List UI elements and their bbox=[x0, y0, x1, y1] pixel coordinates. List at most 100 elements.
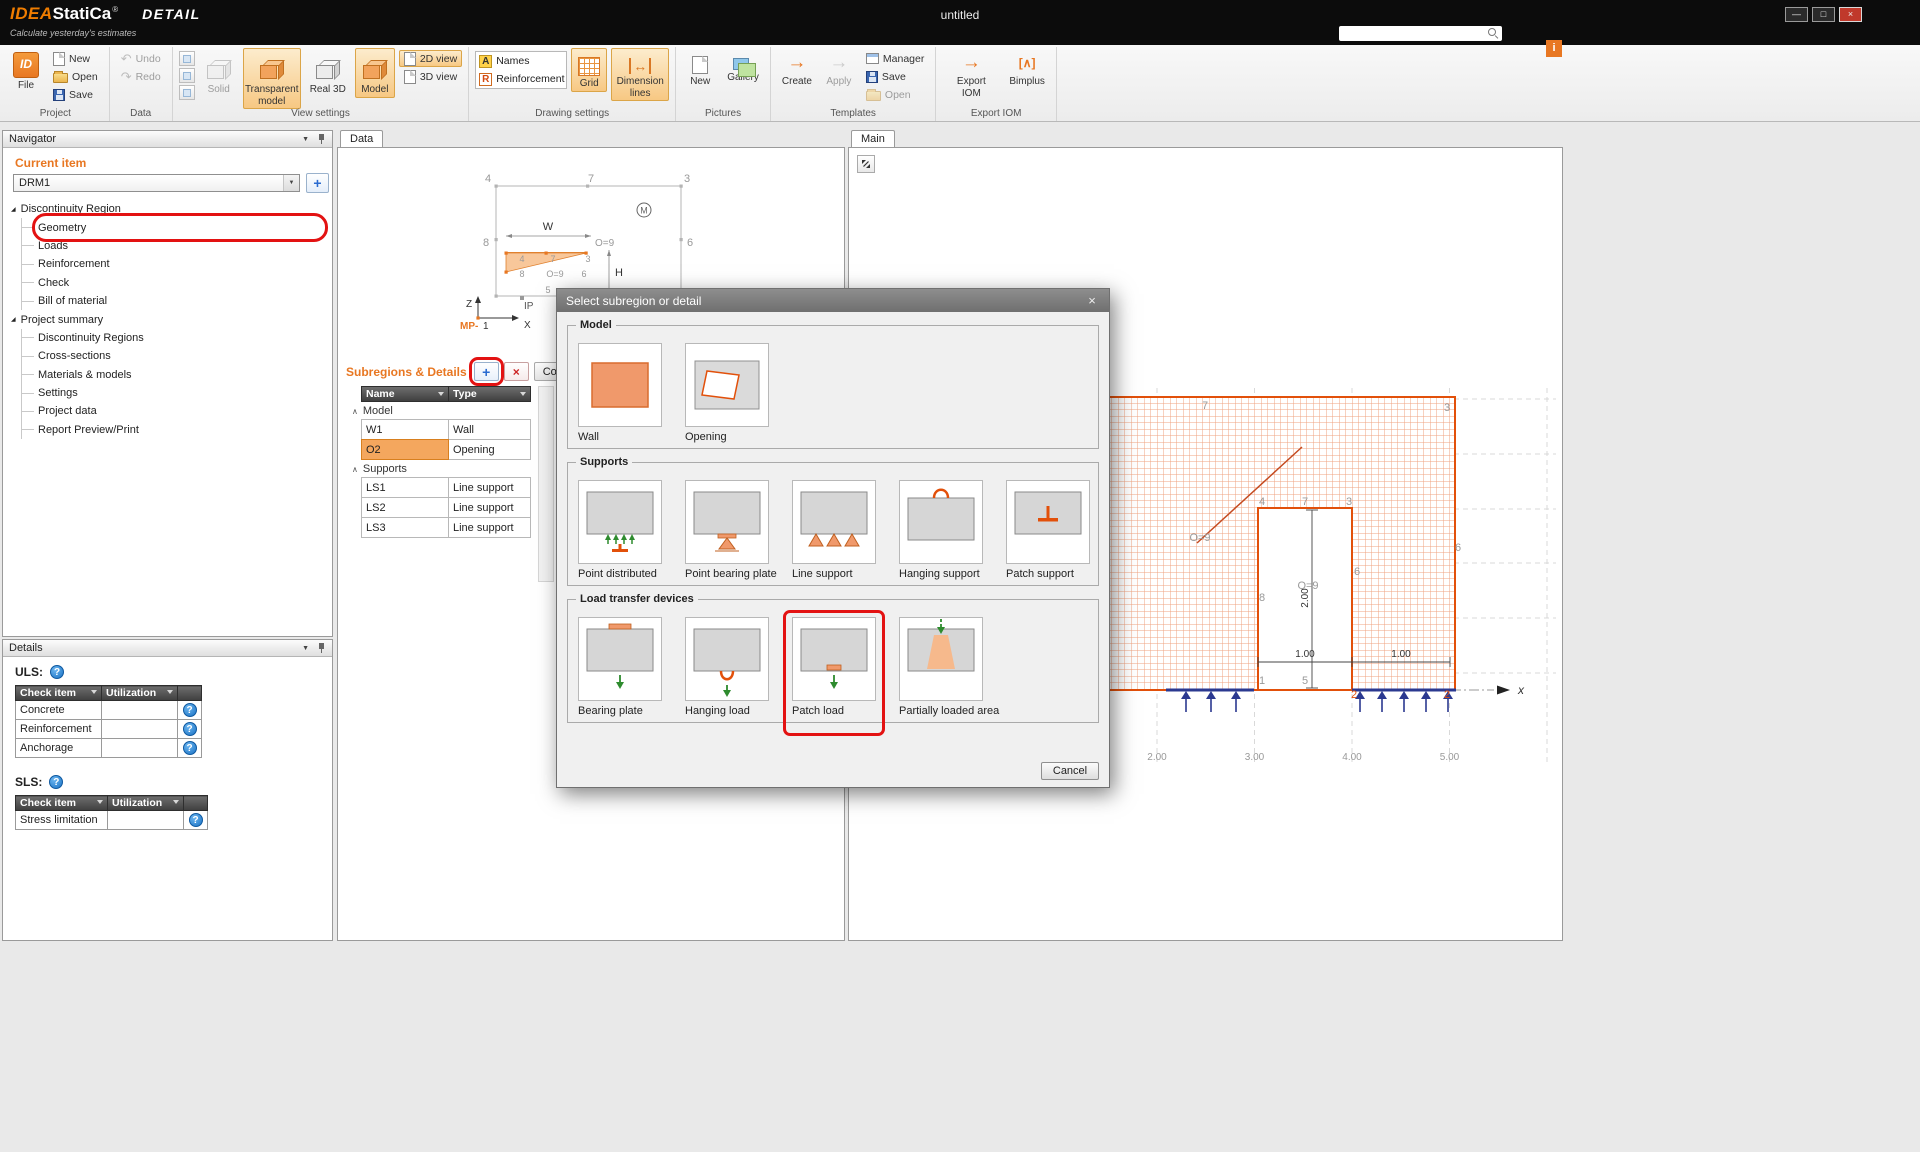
reinforcement-toggle[interactable]: RReinforcement bbox=[476, 70, 566, 88]
template-manager-button[interactable]: Manager bbox=[861, 50, 929, 67]
tree-item-loads[interactable]: Loads bbox=[22, 237, 330, 255]
transparent-model-button[interactable]: Transparent model bbox=[243, 48, 301, 109]
group-row-supports[interactable]: ∧ Supports bbox=[349, 460, 531, 478]
template-create-button[interactable]: → Create bbox=[777, 48, 817, 90]
card-patch-load[interactable]: Patch load bbox=[792, 617, 876, 717]
dimension-lines-button[interactable]: ↔ Dimension lines bbox=[611, 48, 669, 101]
model-button[interactable]: Model bbox=[355, 48, 395, 98]
scrollbar[interactable] bbox=[538, 386, 554, 582]
names-toggle[interactable]: ANames bbox=[476, 52, 566, 70]
card-patch-support[interactable]: Patch support bbox=[1006, 480, 1090, 580]
table-row[interactable]: O2 Opening bbox=[349, 439, 531, 460]
gallery-button[interactable]: Gallery bbox=[722, 48, 764, 86]
help-icon[interactable]: ? bbox=[183, 722, 197, 736]
solid-button[interactable]: Solid bbox=[199, 48, 239, 98]
bimplus-button[interactable]: [∧] Bimplus bbox=[1004, 48, 1050, 90]
template-open-button[interactable]: Open bbox=[861, 86, 929, 103]
add-subregion-button[interactable]: + bbox=[474, 362, 499, 381]
group-row-model[interactable]: ∧ Model bbox=[349, 402, 531, 420]
open-project-button[interactable]: Open bbox=[48, 68, 103, 85]
card-hanging-support[interactable]: Hanging support bbox=[899, 480, 983, 580]
collapse-icon[interactable]: ∧ bbox=[352, 407, 358, 416]
panel-menu-icon[interactable]: ▼ bbox=[302, 645, 309, 652]
card-partially-loaded-area[interactable]: Partially loaded area bbox=[899, 617, 983, 717]
view-option-button-3[interactable] bbox=[179, 85, 195, 100]
export-iom-button[interactable]: → Export IOM bbox=[942, 48, 1000, 101]
name-cell[interactable]: LS3 bbox=[361, 517, 449, 538]
search-input[interactable] bbox=[1339, 27, 1488, 40]
tree-item-check[interactable]: Check bbox=[22, 274, 330, 292]
tree-group-discontinuity-region[interactable]: ◢ Discontinuity Region bbox=[3, 200, 330, 218]
filter-icon[interactable] bbox=[91, 690, 97, 697]
undo-button[interactable]: ↶Undo bbox=[116, 50, 166, 67]
info-button[interactable]: i bbox=[1546, 40, 1562, 57]
table-row[interactable]: W1 Wall bbox=[349, 419, 531, 440]
tree-item-bill-of-material[interactable]: Bill of material bbox=[22, 292, 330, 310]
real-3d-button[interactable]: Real 3D bbox=[305, 48, 351, 98]
tree-item-project-data[interactable]: Project data bbox=[22, 402, 330, 420]
delete-subregion-button[interactable]: × bbox=[504, 362, 529, 381]
tree-group-project-summary[interactable]: ◢ Project summary bbox=[3, 310, 330, 328]
expander-icon[interactable]: ◢ bbox=[11, 316, 16, 323]
template-save-button[interactable]: Save bbox=[861, 68, 929, 85]
pin-icon[interactable] bbox=[317, 133, 326, 145]
type-cell[interactable]: Opening bbox=[449, 439, 531, 460]
tab-data[interactable]: Data bbox=[340, 130, 383, 147]
card-bearing-plate[interactable]: Bearing plate bbox=[578, 617, 662, 717]
tree-item-cross-sections[interactable]: Cross-sections bbox=[22, 347, 330, 365]
type-cell[interactable]: Line support bbox=[449, 517, 531, 538]
template-apply-button[interactable]: → Apply bbox=[821, 48, 857, 90]
pin-icon[interactable] bbox=[317, 642, 326, 654]
column-header-type[interactable]: Type bbox=[449, 386, 531, 402]
tree-item-geometry[interactable]: Geometry bbox=[22, 218, 330, 236]
file-button[interactable]: ID File bbox=[8, 48, 44, 94]
help-icon[interactable]: ? bbox=[49, 775, 63, 789]
dialog-close-button[interactable]: × bbox=[1084, 293, 1100, 308]
type-cell[interactable]: Line support bbox=[449, 497, 531, 518]
new-project-button[interactable]: New bbox=[48, 50, 103, 67]
card-hanging-load[interactable]: Hanging load bbox=[685, 617, 769, 717]
tree-item-discontinuity-regions[interactable]: Discontinuity Regions bbox=[22, 329, 330, 347]
3d-view-button[interactable]: 3D view bbox=[399, 68, 462, 85]
help-icon[interactable]: ? bbox=[183, 703, 197, 717]
card-wall[interactable]: Wall bbox=[578, 343, 662, 443]
view-option-button-2[interactable] bbox=[179, 68, 195, 83]
search-icon[interactable] bbox=[1488, 28, 1499, 39]
tree-item-settings[interactable]: Settings bbox=[22, 384, 330, 402]
help-icon[interactable]: ? bbox=[183, 741, 197, 755]
maximize-button[interactable]: □ bbox=[1812, 7, 1835, 22]
name-cell[interactable]: W1 bbox=[361, 419, 449, 440]
table-row[interactable]: LS2 Line support bbox=[349, 497, 531, 518]
help-icon[interactable]: ? bbox=[50, 665, 64, 679]
column-header-name[interactable]: Name bbox=[361, 386, 449, 402]
2d-view-button[interactable]: 2D view bbox=[399, 50, 462, 67]
filter-icon[interactable] bbox=[167, 690, 173, 697]
tree-item-report-preview-print[interactable]: Report Preview/Print bbox=[22, 421, 330, 439]
card-opening[interactable]: Opening bbox=[685, 343, 769, 443]
add-region-button[interactable]: + bbox=[306, 173, 329, 193]
dialog-titlebar[interactable]: Select subregion or detail × bbox=[557, 289, 1109, 312]
panel-menu-icon[interactable]: ▼ bbox=[302, 136, 309, 143]
minimize-button[interactable]: — bbox=[1785, 7, 1808, 22]
grid-button[interactable]: Grid bbox=[571, 48, 607, 92]
tree-item-materials-models[interactable]: Materials & models bbox=[22, 366, 330, 384]
card-point-bearing-plate[interactable]: Point bearing plate bbox=[685, 480, 769, 580]
tree-item-reinforcement[interactable]: Reinforcement bbox=[22, 255, 330, 273]
view-option-button-1[interactable] bbox=[179, 51, 195, 66]
table-row[interactable]: LS3 Line support bbox=[349, 517, 531, 538]
type-cell[interactable]: Line support bbox=[449, 477, 531, 498]
card-line-support[interactable]: Line support bbox=[792, 480, 876, 580]
tab-main[interactable]: Main bbox=[851, 130, 895, 147]
help-icon[interactable]: ? bbox=[189, 813, 203, 827]
close-button[interactable]: × bbox=[1839, 7, 1862, 22]
redo-button[interactable]: ↷Redo bbox=[116, 68, 166, 85]
card-point-distributed[interactable]: Point distributed bbox=[578, 480, 662, 580]
current-item-dropdown[interactable]: DRM1 ▼ bbox=[13, 174, 300, 192]
picture-new-button[interactable]: New bbox=[682, 48, 718, 90]
expander-icon[interactable]: ◢ bbox=[11, 206, 16, 213]
cancel-button[interactable]: Cancel bbox=[1041, 762, 1099, 780]
filter-icon[interactable] bbox=[173, 800, 179, 807]
name-cell-selected[interactable]: O2 bbox=[361, 439, 449, 460]
save-project-button[interactable]: Save bbox=[48, 86, 103, 103]
filter-icon[interactable] bbox=[520, 392, 526, 399]
